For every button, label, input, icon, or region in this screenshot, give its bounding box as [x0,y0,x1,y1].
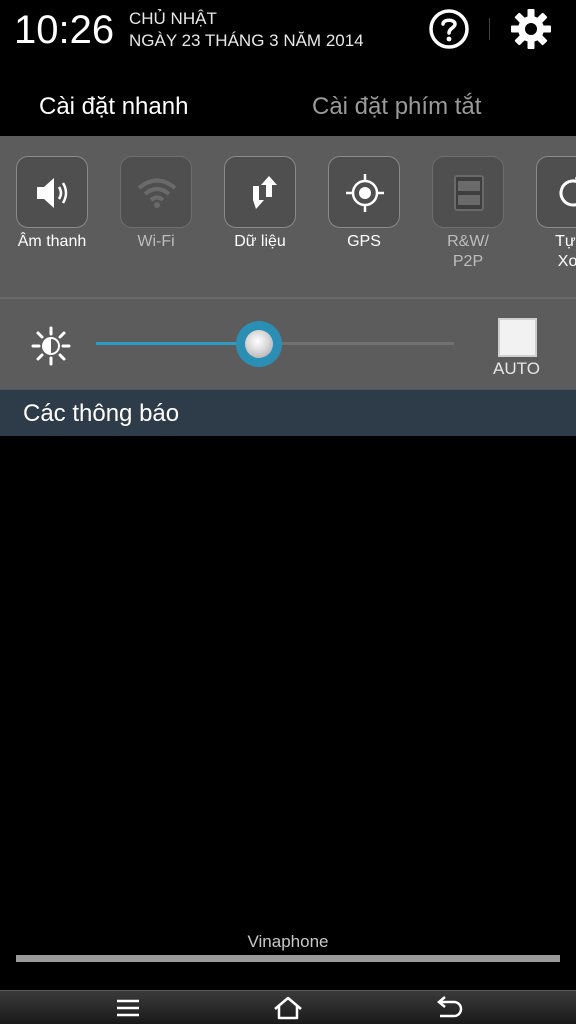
full-date: NGÀY 23 THÁNG 3 NĂM 2014 [129,31,364,50]
data-transfer-icon [253,176,277,209]
tab-quick-settings[interactable]: Cài đặt nhanh [39,78,188,136]
qs-label-storage-line1: R&W/ [447,233,489,250]
panel-drag-handle[interactable] [16,955,560,962]
qs-label-auto-rotate-line2: Xoa [557,253,576,270]
auto-brightness-label: AUTO [493,359,540,378]
carrier-label: Vinaphone [247,932,329,951]
qs-label-data: Dữ liệu [234,233,286,250]
gear-icon[interactable] [510,8,552,50]
brightness-icon [31,326,71,366]
qs-label-storage: R&W/ P2P [418,232,518,272]
storage-icon [454,175,484,211]
qs-label-sound: Âm thanh [17,233,87,250]
brightness-row: AUTO [0,299,576,389]
qs-label-wifi: Wi-Fi [137,233,175,250]
qs-sound-button[interactable] [16,156,88,228]
brightness-slider[interactable] [96,321,454,367]
quick-settings-panel: Âm thanh Wi-Fi Dữ liệu GPS R&W/ P2P Tự X… [0,136,576,298]
brightness-slider-thumb[interactable] [235,321,282,367]
auto-rotate-icon [559,177,576,207]
brightness-slider-fill [96,342,259,345]
qs-wifi-button[interactable] [120,156,192,228]
qs-label-storage-line2: P2P [452,253,484,270]
qs-label-gps: GPS [347,233,381,250]
qs-tile-auto-rotate[interactable]: Tự đ Xoa [522,156,576,272]
wifi-icon [137,178,177,208]
qs-label-auto-rotate-line1: Tự đ [555,233,576,250]
menu-icon[interactable] [108,994,148,1022]
notifications-title: Các thông báo [23,400,180,427]
status-header: 10:26 CHỦ NHẬT NGÀY 23 THÁNG 3 NĂM 2014 [0,0,576,60]
settings-tabs: Cài đặt nhanh Cài đặt phím tắt [0,78,576,136]
qs-tile-sound[interactable]: Âm thanh [2,156,102,252]
qs-tile-wifi[interactable]: Wi-Fi [106,156,206,252]
date-block: CHỦ NHẬT NGÀY 23 THÁNG 3 NĂM 2014 [129,8,364,52]
qs-auto-rotate-button[interactable] [536,156,576,228]
clock: 10:26 [14,8,115,52]
back-icon[interactable] [428,994,468,1022]
gps-icon [346,174,384,212]
qs-tile-storage[interactable]: R&W/ P2P [418,156,518,272]
header-divider [489,18,490,40]
notifications-header: Các thông báo [0,389,576,436]
qs-gps-button[interactable] [328,156,400,228]
navigation-bar [0,990,576,1024]
speaker-icon [37,178,68,208]
home-icon[interactable] [268,994,308,1022]
qs-tile-data[interactable]: Dữ liệu [210,156,310,252]
day-of-week: CHỦ NHẬT [129,9,217,28]
qs-data-button[interactable] [224,156,296,228]
qs-label-auto-rotate: Tự đ Xoa [522,232,576,272]
auto-brightness-checkbox[interactable] [498,318,537,357]
qs-tile-gps[interactable]: GPS [314,156,414,252]
tab-shortcut-settings[interactable]: Cài đặt phím tắt [312,78,481,136]
help-icon[interactable] [428,8,470,50]
qs-storage-button[interactable] [432,156,504,228]
